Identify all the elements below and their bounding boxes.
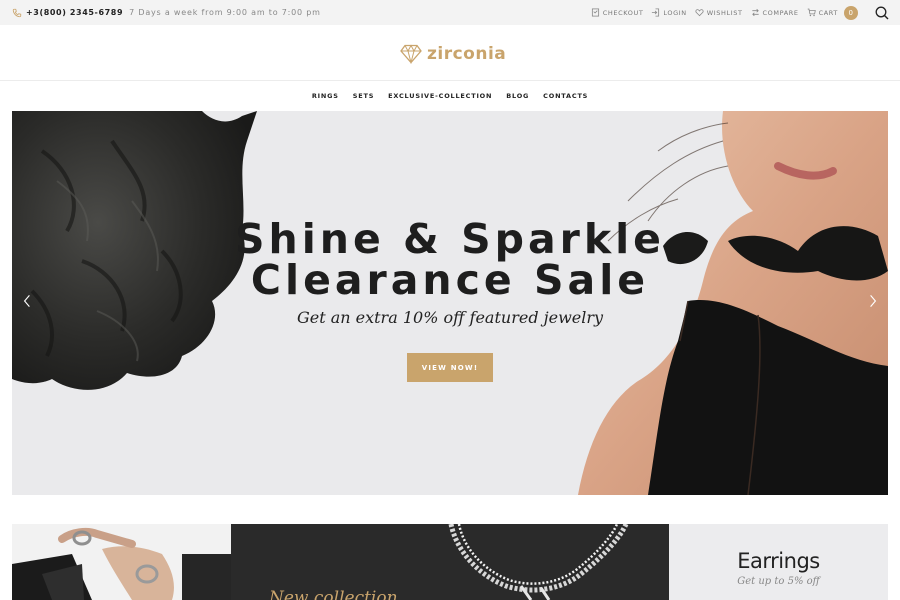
nav-item-rings[interactable]: RINGS (312, 92, 339, 100)
checkout-label: CHECKOUT (602, 8, 644, 17)
logo-text: zirconia (427, 44, 507, 64)
cart-count-badge: 0 (844, 5, 858, 20)
chevron-right-icon (870, 295, 877, 307)
site-logo[interactable]: zirconia (400, 42, 506, 66)
search-icon[interactable] (875, 6, 889, 20)
phone-number[interactable]: +3(800) 2345-6789 (26, 8, 123, 17)
compare-label: COMPARE (762, 8, 799, 17)
chevron-left-icon (23, 295, 30, 307)
hero-title-line2: Clearance Sale (250, 256, 650, 304)
login-label: LOGIN (663, 8, 687, 17)
opening-hours: 7 Days a week from 9:00 am to 7:00 pm (129, 8, 321, 17)
checkout-icon (591, 8, 599, 17)
nav-item-blog[interactable]: BLOG (506, 92, 529, 100)
login-link[interactable]: LOGIN (651, 8, 686, 17)
new-collection-title: New collection (269, 588, 398, 600)
cart-label: CART (818, 8, 838, 17)
promo-banner-earrings[interactable]: Earrings Get up to 5% off (669, 524, 888, 600)
hero-slider: Shine & Sparkle Clearance Sale Get an ex… (12, 111, 888, 495)
wishlist-link[interactable]: WISHLIST (695, 8, 743, 17)
earrings-title: Earrings (737, 549, 820, 573)
compare-icon (751, 8, 759, 17)
view-now-button[interactable]: VIEW NOW! (407, 353, 493, 382)
hero-image-left (12, 111, 257, 390)
wishlist-label: WISHLIST (706, 8, 743, 17)
hero-subtitle: Get an extra 10% off featured jewelry (296, 308, 604, 327)
slider-prev-arrow[interactable] (20, 291, 34, 311)
header-divider (0, 80, 900, 81)
compare-link[interactable]: COMPARE (751, 8, 799, 17)
top-bar: +3(800) 2345-6789 7 Days a week from 9:0… (0, 0, 900, 25)
phone-icon (11, 7, 22, 18)
nav-item-sets[interactable]: SETS (353, 92, 374, 100)
slider-next-arrow[interactable] (866, 291, 880, 311)
cart-link[interactable]: CART 0 (807, 5, 858, 20)
earrings-subtitle: Get up to 5% off (737, 576, 820, 587)
hero-title-line1: Shine & Sparkle (235, 215, 665, 263)
promo-banner-bracelets[interactable] (12, 524, 231, 600)
main-nav: RINGS SETS EXCLUSIVE-COLLECTION BLOG CON… (0, 92, 900, 100)
nav-item-contacts[interactable]: CONTACTS (543, 92, 588, 100)
checkout-link[interactable]: CHECKOUT (591, 8, 644, 17)
diamond-icon (400, 44, 422, 64)
bracelets-image (12, 524, 231, 600)
heart-icon (695, 9, 704, 17)
account-links: CHECKOUT LOGIN WISHLIST COMPARE CART 0 (583, 4, 889, 21)
nav-item-exclusive-collection[interactable]: EXCLUSIVE-COLLECTION (388, 92, 492, 100)
contact-info: +3(800) 2345-6789 7 Days a week from 9:0… (11, 6, 321, 19)
cart-icon (807, 8, 816, 17)
promo-banner-new-collection[interactable]: New collection (231, 524, 669, 600)
login-icon (652, 8, 660, 17)
